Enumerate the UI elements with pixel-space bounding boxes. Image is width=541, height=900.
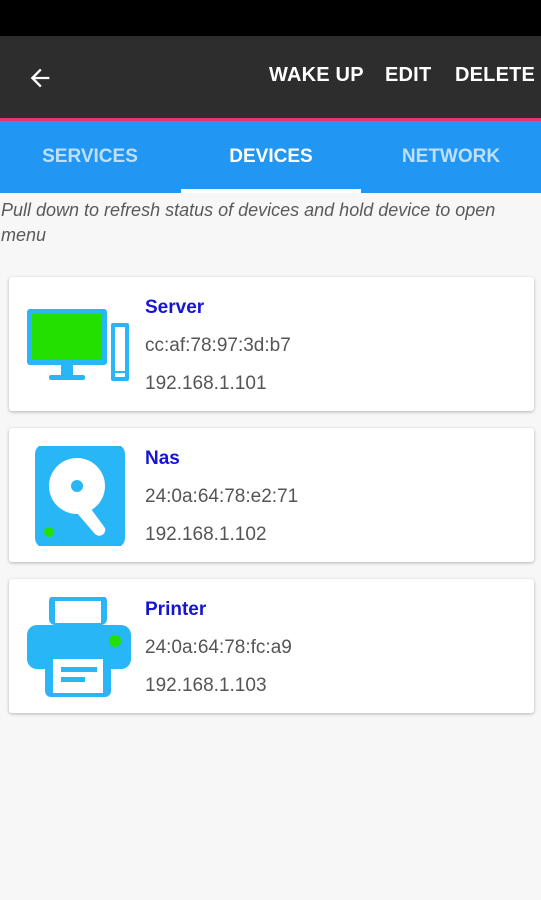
device-mac: cc:af:78:97:3d:b7 [145, 335, 291, 356]
device-name: Nas [145, 448, 180, 469]
device-ip: 192.168.1.101 [145, 373, 267, 394]
device-ip: 192.168.1.103 [145, 675, 267, 696]
device-mac: 24:0a:64:78:fc:a9 [145, 637, 292, 658]
hard-drive-icon [23, 444, 133, 548]
device-name: Server [145, 297, 205, 318]
device-card-nas[interactable]: Nas 24:0a:64:78:e2:71 192.168.1.102 [9, 428, 534, 562]
device-mac: 24:0a:64:78:e2:71 [145, 486, 299, 507]
back-button[interactable] [18, 56, 62, 100]
tab-services[interactable]: SERVICES [0, 121, 180, 193]
tab-bar: SERVICES DEVICES NETWORK [0, 121, 541, 193]
tab-network[interactable]: NETWORK [361, 121, 541, 193]
device-card-printer[interactable]: Printer 24:0a:64:78:fc:a9 192.168.1.103 [9, 579, 534, 713]
tab-devices[interactable]: DEVICES [181, 121, 361, 193]
wake-up-button[interactable]: WAKE UP [269, 64, 364, 87]
device-ip: 192.168.1.102 [145, 524, 267, 545]
device-name: Printer [145, 599, 207, 620]
arrow-left-icon [30, 68, 50, 88]
refresh-hint: Pull down to refresh status of devices a… [1, 200, 496, 245]
status-bar [0, 0, 541, 36]
app-bar: WAKE UP EDIT DELETE [0, 36, 541, 121]
device-card-server[interactable]: Server cc:af:78:97:3d:b7 192.168.1.101 [9, 277, 534, 411]
edit-button[interactable]: EDIT [385, 64, 431, 87]
desktop-computer-icon [23, 295, 133, 395]
active-tab-indicator [181, 189, 361, 193]
delete-button[interactable]: DELETE [455, 64, 535, 87]
printer-icon [23, 595, 133, 697]
